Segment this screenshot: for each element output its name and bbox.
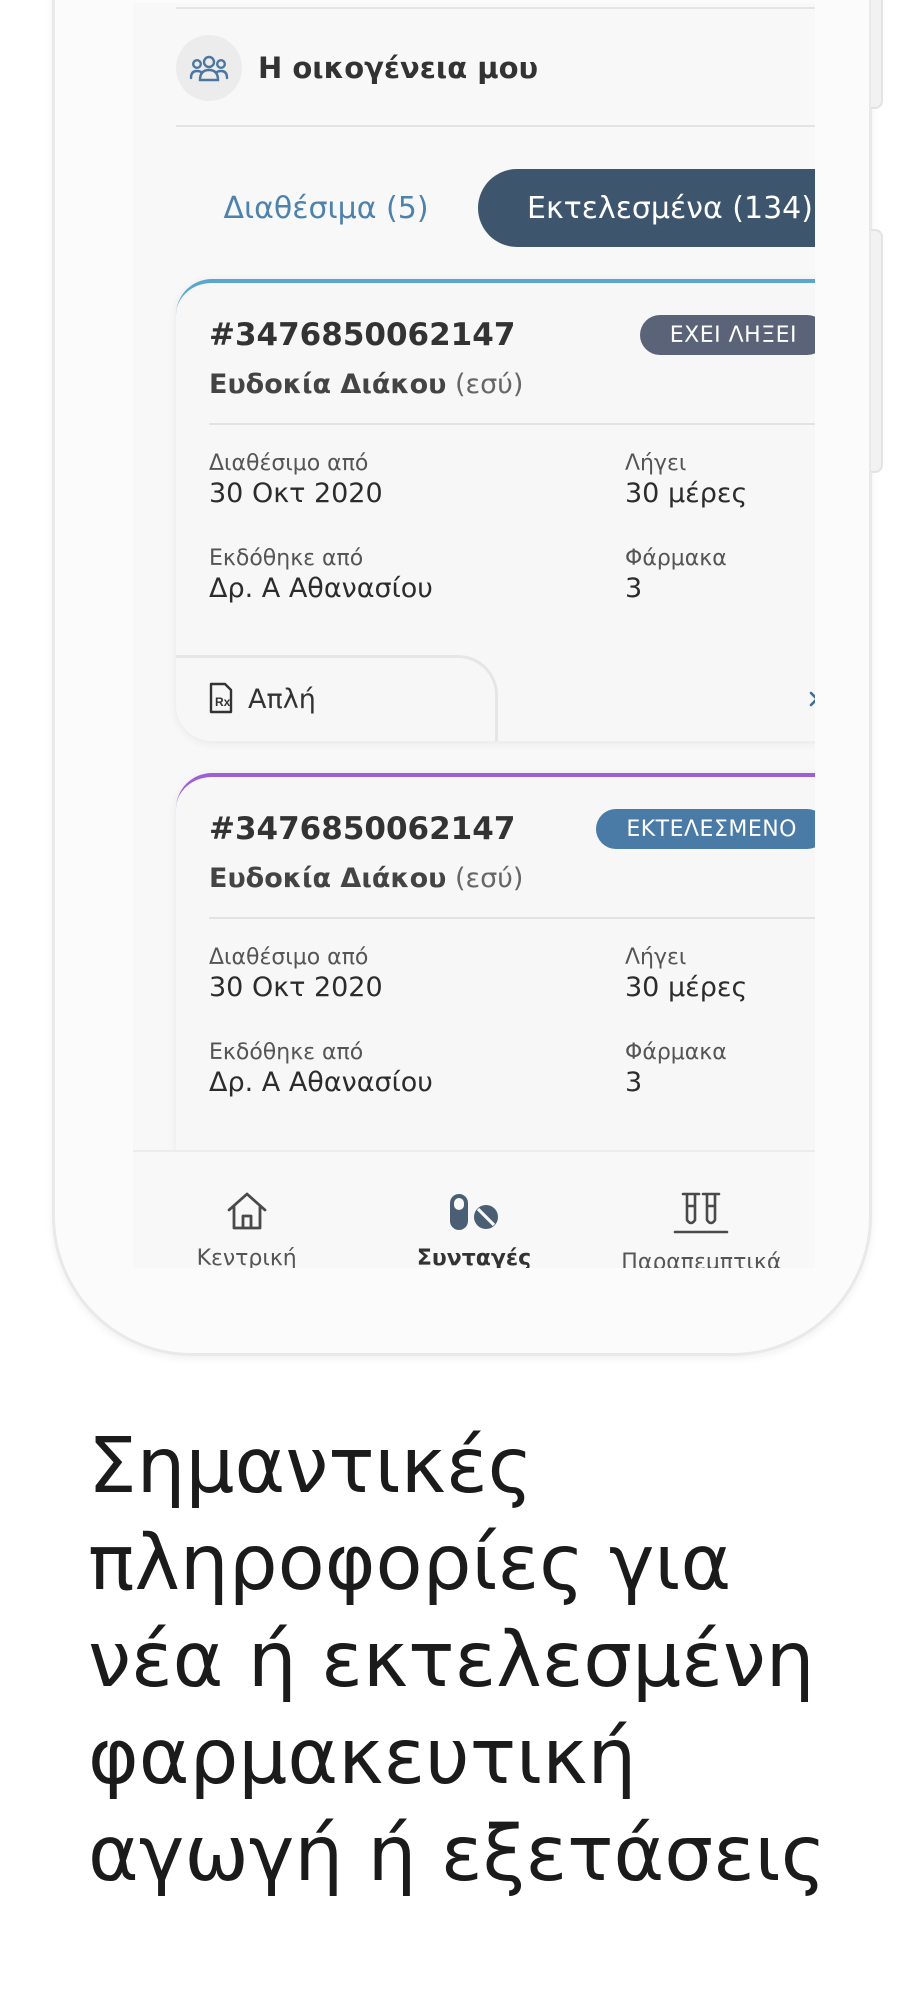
family-selector[interactable]: Η οικογένεια μου [176,33,815,103]
divider [176,125,815,127]
app-screen: Η οικογένεια μου Διαθέσιμα (5) Εκτελεσμέ… [133,3,815,1268]
issued-by-label: Εκδόθηκε από [209,1040,364,1065]
chevron-down-icon[interactable] [811,48,815,88]
prescription-type-tab: Rx Απλή [176,655,498,741]
svg-text:Rx: Rx [215,695,231,709]
card-divider [209,917,815,919]
home-icon [224,1190,270,1236]
prescription-card[interactable]: #3476850062147 ΕΧΕΙ ΛΗΞΕΙ Ευδοκία Διάκου… [176,279,815,741]
nav-item-home[interactable]: Κεντρική [133,1152,360,1268]
nav-label-prescriptions: Συνταγές [416,1246,532,1268]
bottom-navigation: Κεντρική Συνταγές Παραπεμπτικά [133,1150,815,1268]
available-from-label: Διαθέσιμο από [209,945,369,970]
issued-by-field: Εκδόθηκε από Δρ. Α Αθανασίου [209,1040,433,1098]
available-from-label: Διαθέσιμο από [209,451,369,476]
available-from-field: Διαθέσιμο από 30 Οκτ 2020 [209,451,383,509]
drugs-field: Φάρμακα 3 [625,1040,727,1098]
drugs-value: 3 [625,1067,643,1098]
prescription-number: #3476850062147 [209,811,516,847]
test-tubes-icon [673,1190,729,1240]
patient-suffix: (εσύ) [454,369,524,400]
patient-name: Ευδοκία Διάκου (εσύ) [209,369,523,400]
pills-icon [446,1190,502,1236]
tab-available-label: Διαθέσιμα (5) [223,190,429,226]
patient-suffix: (εσύ) [454,863,524,894]
status-badge: ΕΚΤΕΛΕΣΜΕΝΟ [596,809,815,849]
issued-by-label: Εκδόθηκε από [209,546,364,571]
headline-line: νέα ή εκτελεσμένη [88,1616,815,1705]
headline-line: Σημαντικές [88,1422,533,1511]
tab-executed-label: Εκτελεσμένα (134) [527,190,813,226]
available-from-value: 30 Οκτ 2020 [209,478,383,509]
drugs-label: Φάρμακα [625,1040,727,1065]
prescription-card[interactable]: #3476850062147 ΕΚΤΕΛΕΣΜΕΝΟ Ευδοκία Διάκο… [176,773,815,1193]
prescription-type-label: Απλή [248,684,316,715]
card-divider [209,423,815,425]
available-from-field: Διαθέσιμο από 30 Οκτ 2020 [209,945,383,1003]
expires-value: 30 μέρες [625,478,748,509]
prescription-doc-icon: Rx [208,682,234,718]
prescription-number: #3476850062147 [209,317,516,353]
issued-by-value: Δρ. Α Αθανασίου [209,573,433,604]
expires-label: Λήγει [625,945,687,970]
family-icon [176,35,242,101]
nav-label-home: Κεντρική [196,1246,297,1268]
headline-line: φαρμακευτική [88,1713,637,1802]
status-badge: ΕΧΕΙ ΛΗΞΕΙ [639,315,815,355]
expires-label: Λήγει [625,451,687,476]
nav-item-prescriptions[interactable]: Συνταγές [360,1152,587,1268]
phone-side-button [871,0,883,109]
tab-available[interactable]: Διαθέσιμα (5) [176,169,476,247]
promo-headline: Σημαντικές πληροφορίες για νέα ή εκτελεσ… [88,1418,888,1903]
nav-item-referrals[interactable]: Παραπεμπτικά [588,1152,815,1268]
drugs-value: 3 [625,573,643,604]
patient-name-text: Ευδοκία Διάκου [209,863,447,894]
nav-label-referrals: Παραπεμπτικά [621,1250,782,1268]
expires-value: 30 μέρες [625,972,748,1003]
patient-name: Ευδοκία Διάκου (εσύ) [209,863,523,894]
available-from-value: 30 Οκτ 2020 [209,972,383,1003]
issued-by-value: Δρ. Α Αθανασίου [209,1067,433,1098]
headline-line: πληροφορίες για [88,1519,732,1608]
headline-line: αγωγή ή εξετάσεις [88,1810,826,1899]
expires-field: Λήγει 30 μέρες [625,945,747,1003]
issued-by-field: Εκδόθηκε από Δρ. Α Αθανασίου [209,546,433,604]
divider [176,7,815,9]
tab-executed[interactable]: Εκτελεσμένα (134) [478,169,815,247]
phone-frame: Η οικογένεια μου Διαθέσιμα (5) Εκτελεσμέ… [52,0,883,1356]
drugs-field: Φάρμακα 3 [625,546,727,604]
drugs-label: Φάρμακα [625,546,727,571]
phone-side-button [871,229,883,473]
patient-name-text: Ευδοκία Διάκου [209,369,447,400]
chevron-right-icon[interactable] [808,689,815,713]
expires-field: Λήγει 30 μέρες [625,451,747,509]
family-label: Η οικογένεια μου [258,51,539,85]
